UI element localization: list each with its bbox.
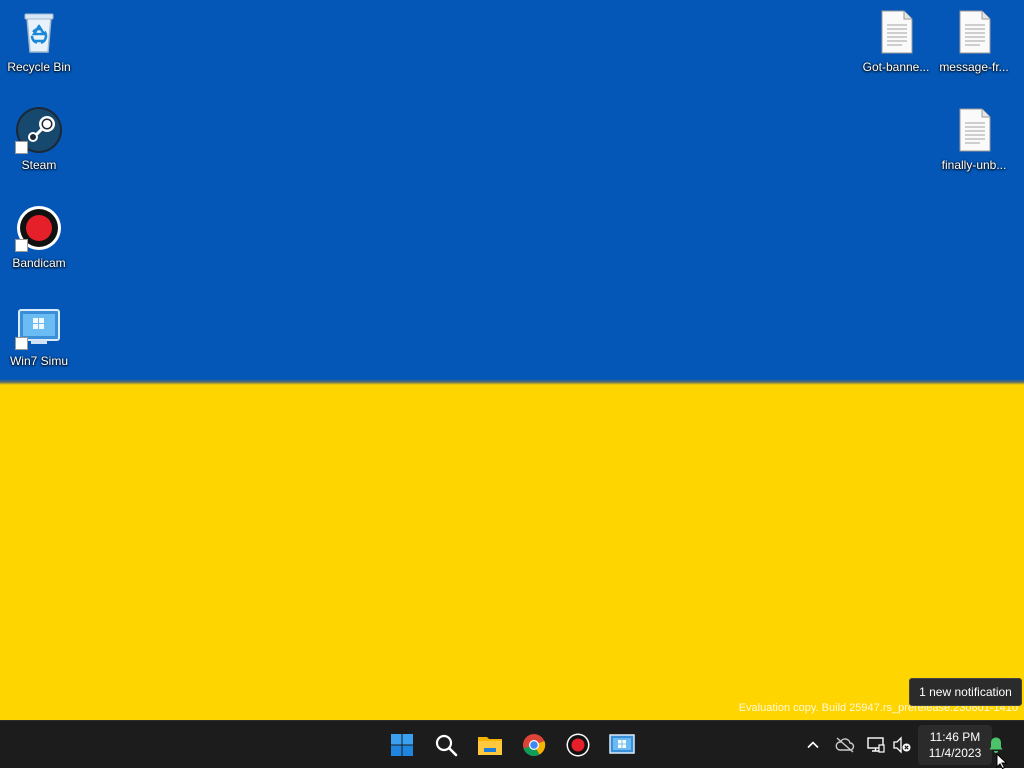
- shortcut-arrow-icon: [15, 141, 28, 154]
- steam-icon: [15, 106, 63, 154]
- bandicam-icon: [566, 733, 590, 757]
- recycle-bin-icon: [15, 8, 63, 56]
- desktop-icon-label: Steam: [21, 158, 57, 172]
- desktop-icon-win7-simu[interactable]: Win7 Simu: [1, 302, 77, 368]
- windows-start-icon: [391, 734, 413, 756]
- chevron-up-icon: [807, 741, 819, 749]
- desktop-icon-label: Recycle Bin: [7, 60, 71, 74]
- text-document-icon: [872, 8, 920, 56]
- desktop-icon-text-file[interactable]: message-fr...: [936, 8, 1012, 74]
- chrome-button[interactable]: [518, 729, 550, 761]
- network-icon: [867, 737, 885, 753]
- win7-simu-icon: [15, 302, 63, 350]
- mouse-cursor-icon: [996, 753, 1008, 769]
- desktop-icon-label: Got-banne...: [862, 60, 930, 74]
- desktop-icon-label: finally-unb...: [941, 158, 1007, 172]
- desktop-icon-label: Bandicam: [12, 256, 66, 270]
- bandicam-icon: [15, 204, 63, 252]
- desktop-icon-bandicam[interactable]: Bandicam: [1, 204, 77, 270]
- wallpaper-seam: [0, 379, 1024, 385]
- volume-tray-button[interactable]: [892, 735, 912, 755]
- chrome-icon: [523, 734, 546, 757]
- file-explorer-icon: [478, 737, 502, 755]
- volume-muted-icon: [893, 736, 911, 754]
- bandicam-taskbar-button[interactable]: [562, 729, 594, 761]
- text-document-icon: [950, 106, 998, 154]
- file-explorer-button[interactable]: [474, 729, 506, 761]
- clock-date: 11/4/2023: [928, 746, 982, 760]
- bell-icon: [989, 737, 1003, 753]
- network-tray-button[interactable]: [866, 735, 886, 755]
- text-document-icon: [950, 8, 998, 56]
- notification-tooltip: 1 new notification: [909, 678, 1022, 706]
- taskbar: 11:46 PM 11/4/2023: [0, 720, 1024, 769]
- shortcut-arrow-icon: [15, 239, 28, 252]
- show-hidden-icons-button[interactable]: [803, 735, 823, 755]
- desktop-icon-text-file[interactable]: finally-unb...: [936, 106, 1012, 172]
- cloud-offline-icon: [835, 737, 855, 753]
- clock-time: 11:46 PM: [929, 730, 981, 744]
- win7-simu-taskbar-button[interactable]: [606, 729, 638, 761]
- search-button[interactable]: [430, 729, 462, 761]
- desktop: Recycle Bin Steam Bandicam Win7 Simu Got…: [0, 0, 1024, 720]
- wallpaper-yellow: [0, 382, 1024, 720]
- notification-button[interactable]: [986, 735, 1006, 755]
- win7-simu-icon: [609, 734, 635, 754]
- desktop-icon-recycle-bin[interactable]: Recycle Bin: [1, 8, 77, 74]
- desktop-icon-label: message-fr...: [939, 60, 1009, 74]
- search-icon: [435, 734, 458, 757]
- desktop-icon-text-file[interactable]: Got-banne...: [858, 8, 934, 74]
- clock-button[interactable]: 11:46 PM 11/4/2023: [918, 725, 992, 765]
- shortcut-arrow-icon: [15, 337, 28, 350]
- desktop-icon-steam[interactable]: Steam: [1, 106, 77, 172]
- desktop-icon-label: Win7 Simu: [9, 354, 68, 368]
- onedrive-tray-button[interactable]: [835, 735, 855, 755]
- start-button[interactable]: [386, 729, 418, 761]
